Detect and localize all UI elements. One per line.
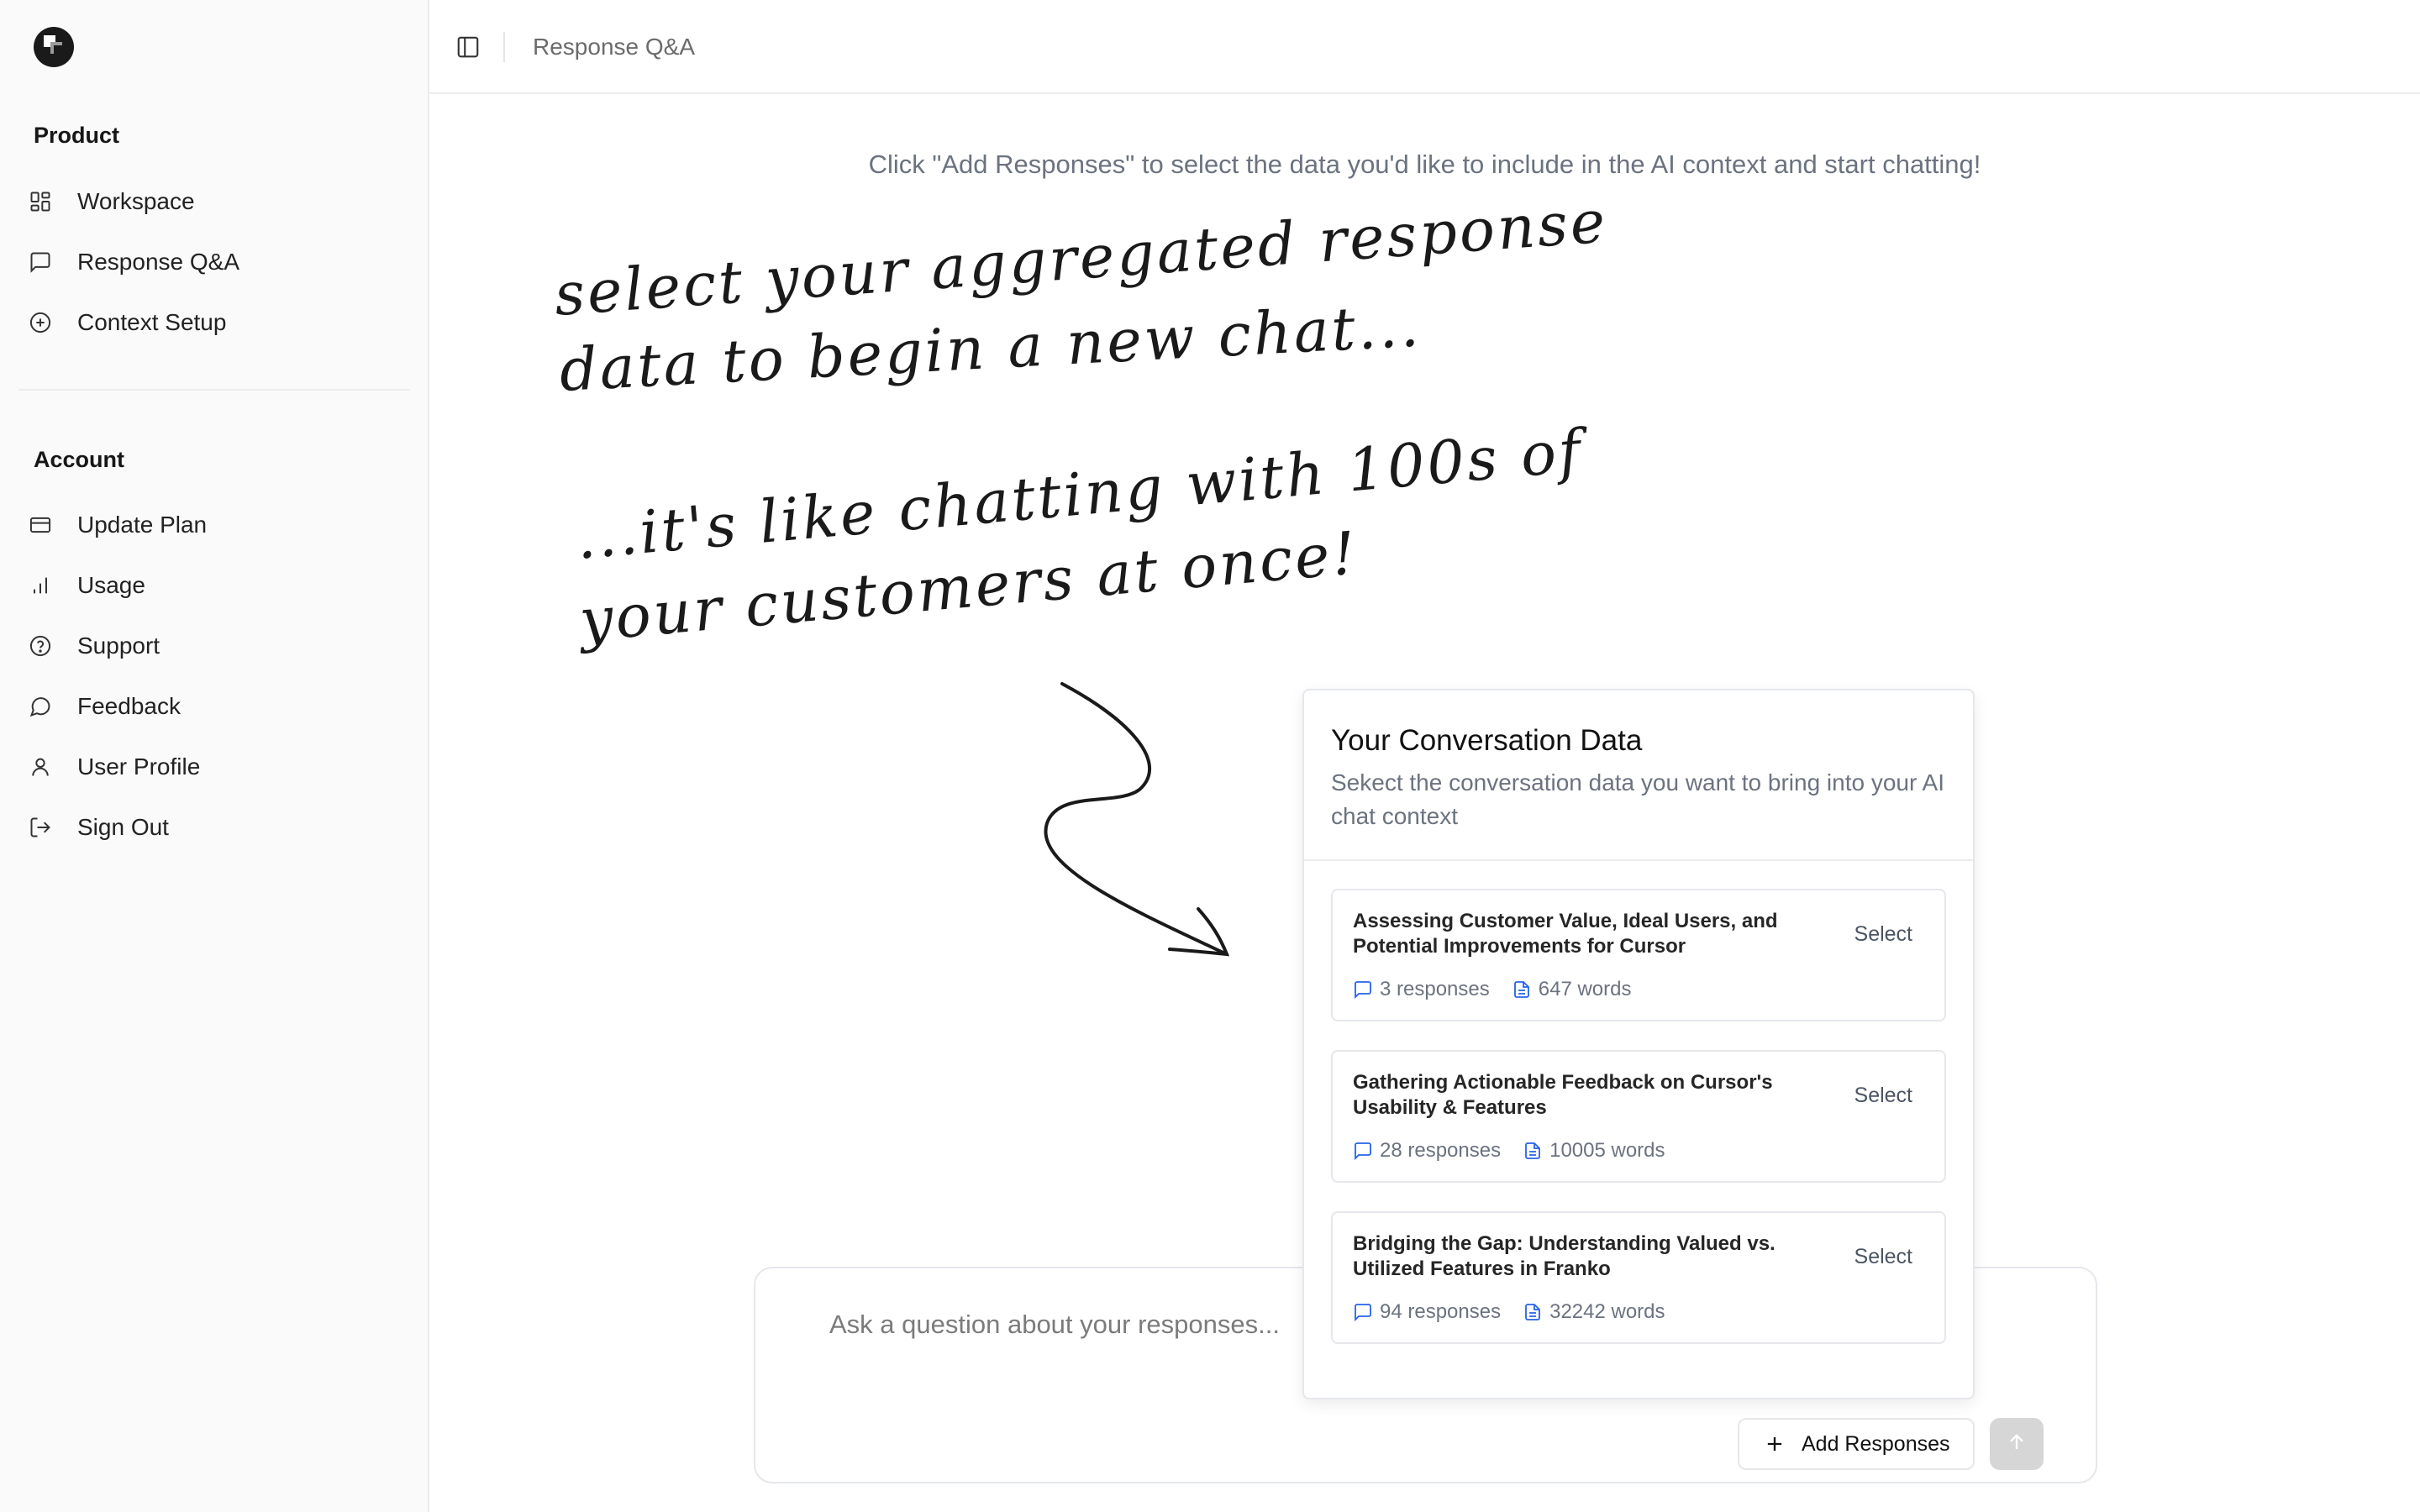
sidebar-item-user-profile[interactable]: User Profile xyxy=(18,742,410,792)
conversation-meta: 28 responses 10005 words xyxy=(1353,1139,1665,1163)
sidebar-item-workspace[interactable]: Workspace xyxy=(18,176,410,227)
message-circle-icon xyxy=(27,693,54,720)
sidebar-item-label: Sign Out xyxy=(77,814,169,840)
sidebar-item-feedback[interactable]: Feedback xyxy=(18,681,410,732)
add-responses-label: Add Responses xyxy=(1802,1431,1950,1456)
conversation-card[interactable]: Assessing Customer Value, Ideal Users, a… xyxy=(1331,889,1946,1021)
sidebar-item-support[interactable]: Support xyxy=(18,621,410,671)
conversation-title: Bridging the Gap: Understanding Valued v… xyxy=(1353,1232,1776,1280)
conversation-card[interactable]: Bridging the Gap: Understanding Valued v… xyxy=(1331,1211,1946,1344)
credit-card-icon xyxy=(27,512,54,538)
sidebar-item-label: Update Plan xyxy=(77,512,208,538)
document-icon xyxy=(1523,1141,1543,1161)
bar-chart-icon xyxy=(27,572,54,599)
sidebar-item-label: Support xyxy=(77,633,160,659)
select-button[interactable]: Select xyxy=(1854,922,1912,947)
sidebar-item-usage[interactable]: Usage xyxy=(18,560,410,611)
sidebar-toggle-icon[interactable] xyxy=(451,30,485,64)
sidebar-item-label: Workspace xyxy=(77,188,195,214)
select-button[interactable]: Select xyxy=(1854,1084,1912,1108)
conversation-data-popover: Your Conversation Data Sekect the conver… xyxy=(1302,689,1975,1399)
message-square-icon xyxy=(1353,1141,1373,1161)
popover-subtitle: Sekect the conversation data you want to… xyxy=(1331,769,1944,829)
plus-circle-icon xyxy=(27,309,54,336)
top-bar: Response Q&A xyxy=(429,0,2420,94)
sidebar-item-context-setup[interactable]: Context Setup xyxy=(18,297,410,348)
section-title-product: Product xyxy=(34,123,120,148)
arrow-up-icon xyxy=(2005,1431,2028,1458)
grid-icon xyxy=(27,188,54,215)
squiggle-arrow-icon xyxy=(1044,682,1230,957)
word-count: 647 words xyxy=(1538,978,1632,1000)
response-count: 28 responses xyxy=(1380,1139,1502,1162)
conversation-title: Assessing Customer Value, Ideal Users, a… xyxy=(1353,910,1778,958)
word-count: 32242 words xyxy=(1549,1300,1665,1323)
add-responses-button[interactable]: Add Responses xyxy=(1738,1418,1975,1470)
help-circle-icon xyxy=(27,633,54,659)
user-icon xyxy=(27,753,54,780)
sidebar-item-label: Context Setup xyxy=(77,309,227,335)
sidebar-item-label: Feedback xyxy=(77,693,181,719)
select-button[interactable]: Select xyxy=(1854,1245,1912,1269)
document-icon xyxy=(1512,979,1532,1000)
message-square-icon xyxy=(1353,979,1373,1000)
sidebar-item-update-plan[interactable]: Update Plan xyxy=(18,500,410,550)
log-out-icon xyxy=(27,814,54,841)
send-button[interactable] xyxy=(1990,1418,2044,1470)
message-square-icon xyxy=(27,249,54,276)
instruction-text: Click "Add Responses" to select the data… xyxy=(868,150,1981,179)
sidebar-divider xyxy=(18,389,410,391)
word-count: 10005 words xyxy=(1549,1139,1665,1162)
sidebar-item-label: User Profile xyxy=(77,753,201,780)
document-icon xyxy=(1523,1302,1543,1322)
conversation-card[interactable]: Gathering Actionable Feedback on Cursor'… xyxy=(1331,1050,1946,1183)
sidebar-item-label: Response Q&A xyxy=(77,249,239,275)
response-count: 3 responses xyxy=(1380,978,1490,1000)
conversation-meta: 3 responses 647 words xyxy=(1353,978,1631,1001)
sidebar-item-label: Usage xyxy=(77,572,145,598)
conversation-meta: 94 responses 32242 words xyxy=(1353,1300,1665,1324)
header-separator xyxy=(503,32,505,62)
sidebar: Product Workspace Response Q&A Context S… xyxy=(0,0,429,1512)
app-logo-icon[interactable] xyxy=(32,25,76,69)
conversation-title: Gathering Actionable Feedback on Cursor'… xyxy=(1353,1071,1773,1119)
section-title-account: Account xyxy=(34,447,124,472)
sidebar-item-response-qa[interactable]: Response Q&A xyxy=(18,237,410,287)
popover-divider xyxy=(1304,859,1973,861)
message-square-icon xyxy=(1353,1302,1373,1322)
plus-icon xyxy=(1763,1432,1786,1456)
popover-title: Your Conversation Data xyxy=(1331,724,1643,757)
response-count: 94 responses xyxy=(1380,1300,1502,1323)
sidebar-item-sign-out[interactable]: Sign Out xyxy=(18,802,410,853)
breadcrumb: Response Q&A xyxy=(533,34,695,60)
